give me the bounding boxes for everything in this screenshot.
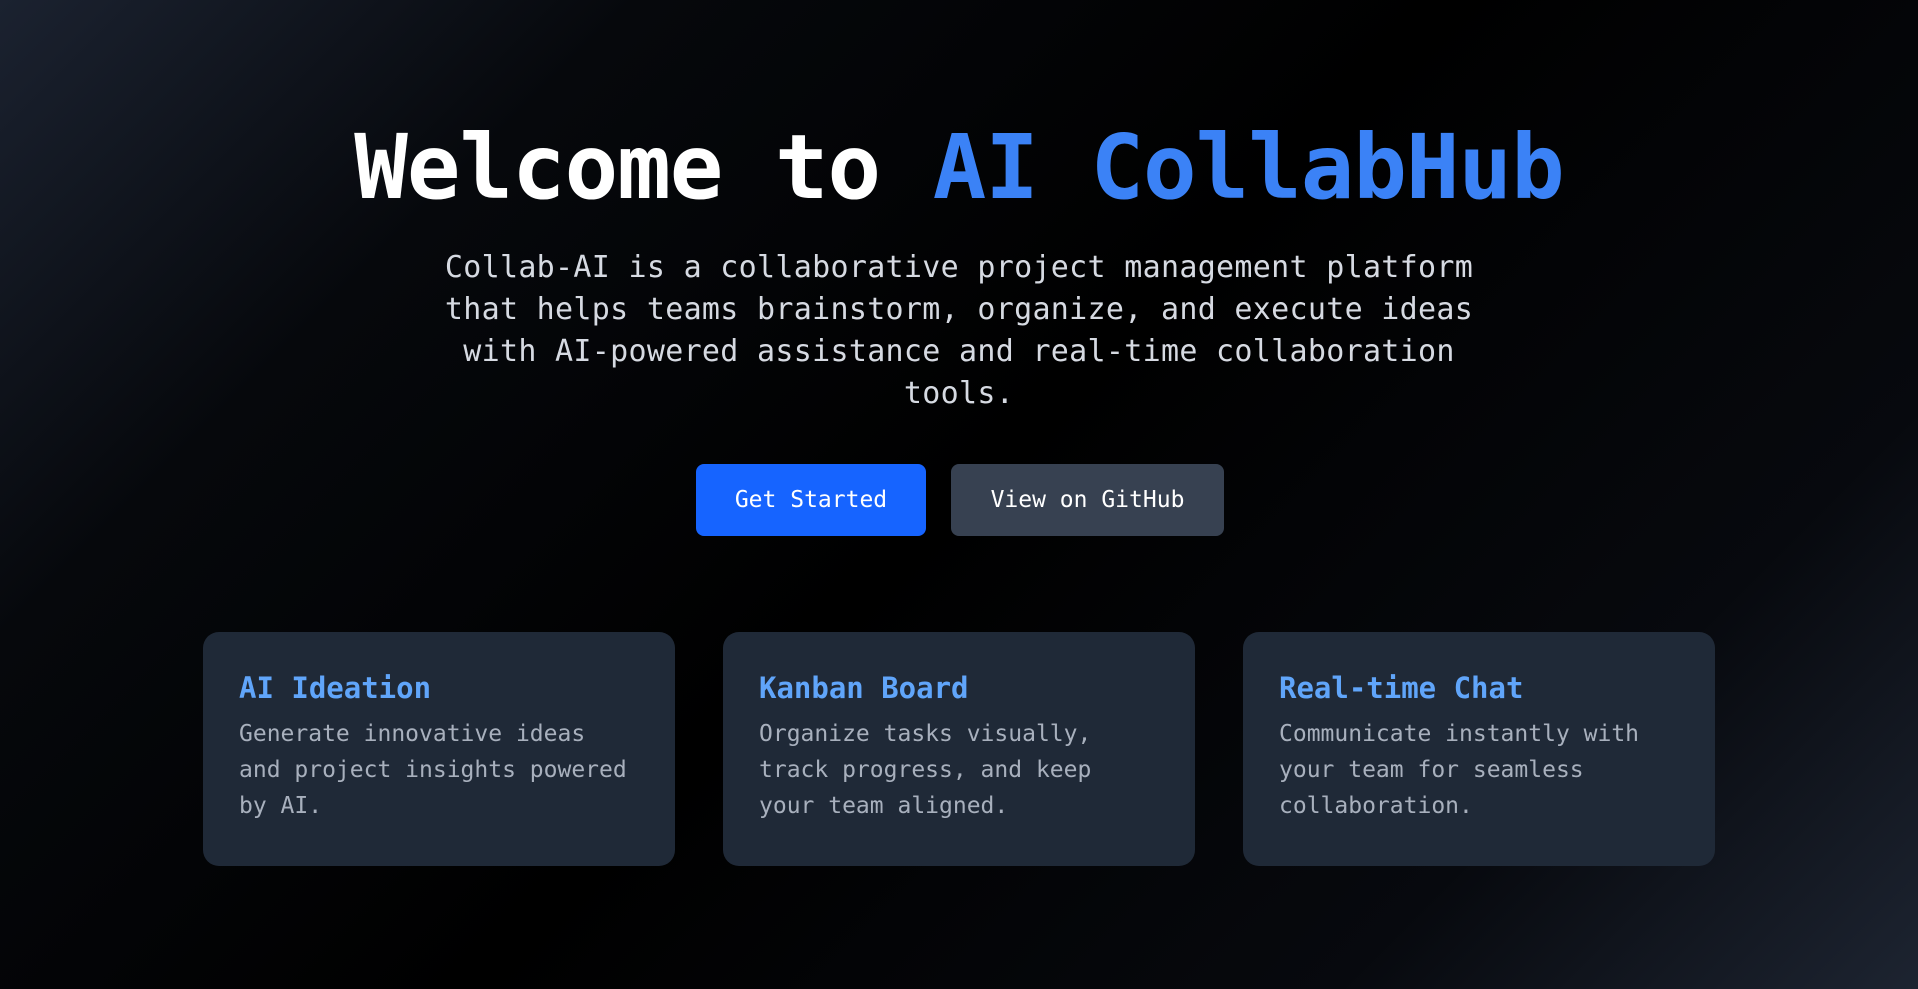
feature-card-title: Real-time Chat xyxy=(1279,671,1524,705)
title-prefix: Welcome to xyxy=(354,115,933,219)
view-on-github-button[interactable]: View on GitHub xyxy=(951,464,1224,536)
page-title: Welcome to AI CollabHub xyxy=(0,112,1918,222)
feature-card-description: Generate innovative ideas and project in… xyxy=(239,721,627,819)
title-accent: AI CollabHub xyxy=(932,115,1565,219)
feature-card-kanban-board: Kanban Board Organize tasks visually, tr… xyxy=(723,632,1195,866)
feature-card-description: Organize tasks visually, track progress,… xyxy=(759,721,1092,819)
feature-cards: AI Ideation Generate innovative ideas an… xyxy=(203,632,1715,866)
get-started-button[interactable]: Get Started xyxy=(696,464,926,536)
hero-actions: Get Started View on GitHub xyxy=(0,464,1918,536)
hero-subtitle: Collab-AI is a collaborative project man… xyxy=(444,250,1474,411)
feature-card-title: AI Ideation xyxy=(239,671,432,705)
feature-card-description: Communicate instantly with your team for… xyxy=(1279,721,1640,819)
feature-card-title: Kanban Board xyxy=(759,671,969,705)
feature-card-ai-ideation: AI Ideation Generate innovative ideas an… xyxy=(203,632,675,866)
feature-card-real-time-chat: Real-time Chat Communicate instantly wit… xyxy=(1243,632,1715,866)
